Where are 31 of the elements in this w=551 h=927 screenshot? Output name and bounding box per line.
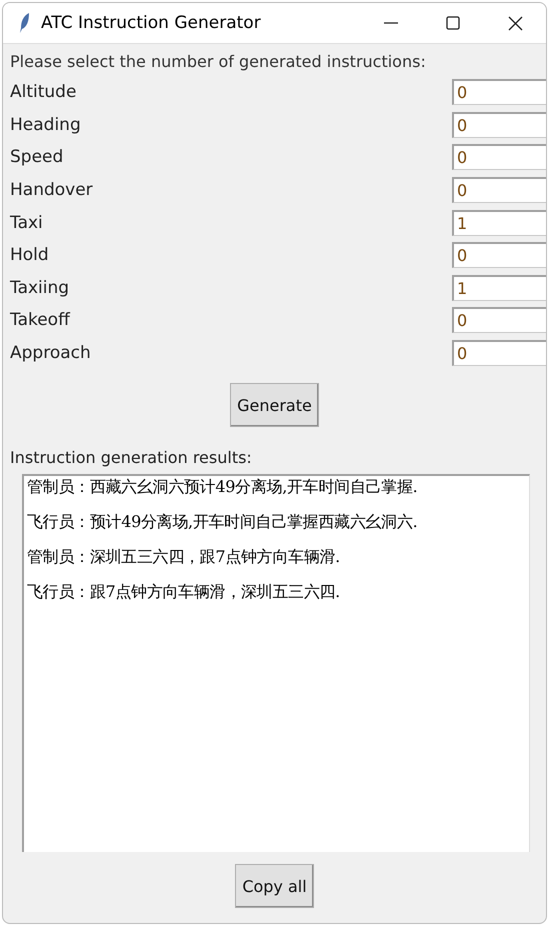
feather-icon <box>19 12 31 34</box>
results-text-area[interactable]: 管制员：西藏六幺洞六预计49分离场,开车时间自己掌握. 飞行员：预计49分离场,开车时间自己掌握西藏六幺洞六. 管制员：深圳五三六四，跟7点钟方向车辆滑. 飞行员：跟7点钟方向车辆滑，深圳五三六四. <box>22 474 530 852</box>
copy-all-button[interactable]: Copy all <box>235 864 314 908</box>
field-label: Taxi <box>10 212 44 233</box>
count-field[interactable]: 0 <box>452 307 546 334</box>
count-field[interactable]: 1 <box>452 274 546 301</box>
results-label: Instruction generation results: <box>10 448 253 470</box>
result-line: 管制员：西藏六幺洞六预计49分离场,开车时间自己掌握. <box>27 477 418 496</box>
generate-button[interactable]: Generate <box>230 383 319 428</box>
field-label: Taxiing <box>10 278 70 298</box>
prompt-text: Please select the number of generated instructions: <box>10 51 427 73</box>
field-label: Altitude <box>10 82 78 102</box>
field-label: Takeoff <box>10 310 72 330</box>
count-field[interactable]: 0 <box>452 242 546 268</box>
window-title: ATC Instruction Generator <box>41 13 261 33</box>
result-line: 飞行员：跟7点钟方向车辆滑，深圳五三六四. <box>27 582 340 602</box>
count-field[interactable]: 0 <box>452 340 546 366</box>
field-label: Heading <box>10 114 82 135</box>
maximize-icon <box>446 16 460 30</box>
close-icon <box>508 16 522 30</box>
field-label: Handover <box>10 180 94 200</box>
count-field[interactable]: 0 <box>452 79 546 106</box>
field-label: Speed <box>10 147 64 168</box>
count-field[interactable]: 0 <box>452 112 546 138</box>
count-field[interactable]: 1 <box>452 210 546 236</box>
field-label: Approach <box>10 343 92 364</box>
result-line: 飞行员：预计49分离场,开车时间自己掌握西藏六幺洞六. <box>27 512 418 532</box>
result-line: 管制员：深圳五三六四，跟7点钟方向车辆滑. <box>27 547 340 566</box>
field-label: Hold <box>10 245 50 266</box>
count-field[interactable]: 0 <box>452 144 546 170</box>
count-field[interactable]: 0 <box>452 177 546 204</box>
